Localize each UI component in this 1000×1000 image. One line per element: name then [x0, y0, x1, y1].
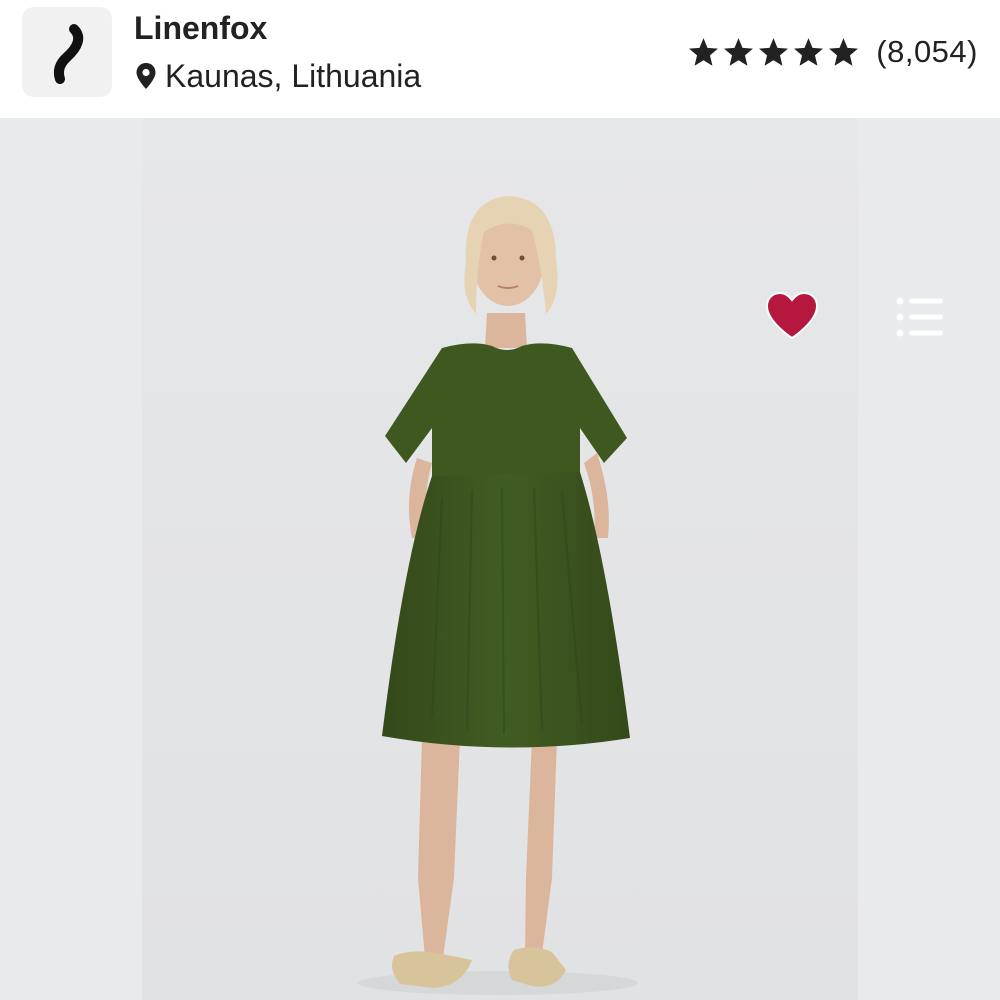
- star-icon: [724, 37, 754, 66]
- star-icon: [759, 37, 789, 66]
- model-in-green-dress-image: [358, 196, 638, 995]
- star-icon: [794, 37, 824, 66]
- star-icon: [689, 37, 719, 66]
- shop-name[interactable]: Linenfox: [134, 10, 267, 47]
- location-pin-icon: [136, 63, 156, 89]
- favorite-button[interactable]: [762, 288, 822, 344]
- shop-rating[interactable]: (8,054): [687, 32, 978, 72]
- shop-header: Linenfox Kaunas, Lithuania (8,054): [0, 0, 1000, 118]
- shop-location: Kaunas, Lithuania: [136, 56, 421, 96]
- listing-image-gallery[interactable]: [0, 118, 1000, 1000]
- list-menu-button[interactable]: [890, 291, 950, 343]
- star-icon: [829, 37, 859, 66]
- shop-logo[interactable]: [22, 7, 112, 97]
- rating-stars: [687, 36, 862, 69]
- shop-logo-mark: [53, 24, 84, 84]
- heart-icon: [765, 291, 819, 340]
- location-text: Kaunas, Lithuania: [165, 57, 422, 94]
- listing-photo[interactable]: [142, 118, 858, 1000]
- list-menu-icon: [896, 297, 943, 337]
- review-count: (8,054): [876, 34, 978, 69]
